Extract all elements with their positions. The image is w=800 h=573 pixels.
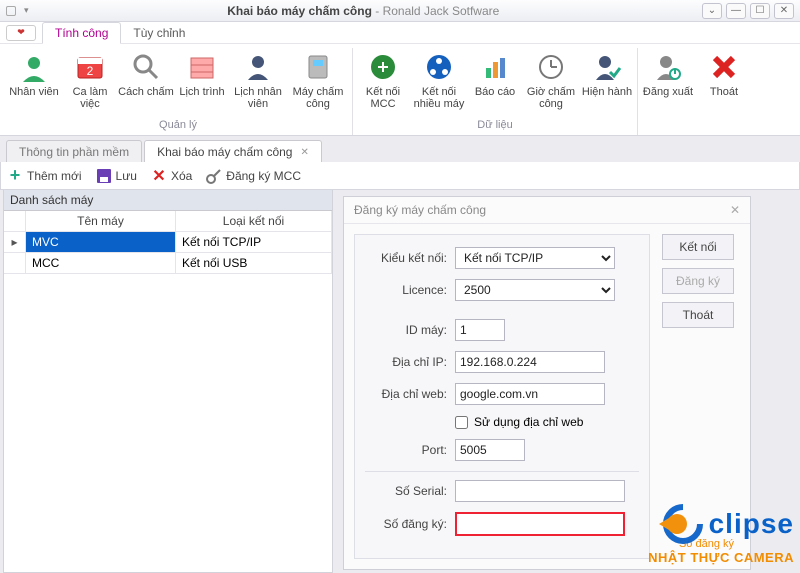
input-web[interactable] xyxy=(455,383,605,405)
minimize-button[interactable]: — xyxy=(726,3,746,19)
person-calendar-icon xyxy=(241,50,275,84)
btn-nhan-vien[interactable]: Nhân viên xyxy=(6,48,62,117)
magnify-icon xyxy=(129,50,163,84)
col-name[interactable]: Tên máy xyxy=(26,211,176,232)
btn-dang-xuat[interactable]: Đăng xuất xyxy=(640,48,696,117)
lbl-id: ID máy: xyxy=(365,323,447,337)
btn-may-cham-cong[interactable]: Máy chấm công xyxy=(286,48,350,117)
btn-lich-trinh[interactable]: Lịch trình xyxy=(174,48,230,117)
dialog-buttons: Kết nối Đăng ký Thoát xyxy=(662,234,734,559)
tb-register[interactable]: Đăng ký MCC xyxy=(206,168,301,184)
lbl-licence: Licence: xyxy=(365,283,447,297)
checkbox-use-web[interactable] xyxy=(455,416,468,429)
input-so-dang-ky[interactable] xyxy=(455,512,625,536)
lbl-kieu: Kiểu kết nối: xyxy=(365,251,447,265)
doctab-info[interactable]: Thông tin phần mềm xyxy=(6,140,142,162)
maximize-button[interactable]: ☐ xyxy=(750,3,770,19)
table-header: Tên máy Loại kết nối xyxy=(4,211,332,232)
btn-gio-cham-cong[interactable]: Giờ chấm công xyxy=(523,48,579,117)
btn-hien-hanh[interactable]: Hiện hành xyxy=(579,48,635,117)
network-icon xyxy=(422,50,456,84)
tab-tuy-chinh[interactable]: Tùy chỉnh xyxy=(121,23,197,43)
btn-ket-noi-nhieu-may[interactable]: Kết nối nhiều máy xyxy=(411,48,467,117)
logout-icon xyxy=(651,50,685,84)
group-label-empty xyxy=(640,117,752,133)
lbl-use-web: Sử dụng địa chỉ web xyxy=(474,415,583,429)
btn-ca-lam-viec[interactable]: 2 Ca làm việc xyxy=(62,48,118,117)
person-icon xyxy=(17,50,51,84)
exit-icon xyxy=(707,50,741,84)
help-button[interactable]: ⌄ xyxy=(702,3,722,19)
select-kieu-ket-noi[interactable]: Kết nối TCP/IP xyxy=(455,247,615,269)
lbl-reg: Số đăng ký: xyxy=(365,517,447,531)
lbl-serial: Số Serial: xyxy=(365,484,447,498)
machine-list: Danh sách máy Tên máy Loại kết nối ▸ MVC… xyxy=(3,190,333,573)
document-tabs: Thông tin phần mềm Khai báo máy chấm côn… xyxy=(0,136,800,162)
tb-save[interactable]: Lưu xyxy=(96,168,137,184)
group-label-manage: Quản lý xyxy=(6,117,350,133)
plus-icon: + xyxy=(7,168,23,184)
clock-icon xyxy=(534,50,568,84)
calendar-icon: 2 xyxy=(73,50,107,84)
key-icon xyxy=(206,168,222,184)
tb-add[interactable]: + Thêm mới xyxy=(7,168,82,184)
connect-icon xyxy=(366,50,400,84)
delete-icon: ✕ xyxy=(151,168,167,184)
list-title: Danh sách máy xyxy=(4,190,332,211)
page-toolbar: + Thêm mới Lưu ✕ Xóa Đăng ký MCC xyxy=(0,162,800,190)
content-area: Danh sách máy Tên máy Loại kết nối ▸ MVC… xyxy=(0,190,800,573)
input-id-may[interactable] xyxy=(455,319,505,341)
input-port[interactable] xyxy=(455,439,525,461)
dialog-header: Đăng ký máy chấm công ✕ xyxy=(344,197,750,224)
btn-ket-noi-mcc[interactable]: Kết nối MCC xyxy=(355,48,411,117)
right-pane: Đăng ký máy chấm công ✕ Kiểu kết nối: Kế… xyxy=(333,190,800,573)
titlebar: ▾ Khai báo máy chấm công - Ronald Jack S… xyxy=(0,0,800,22)
col-type[interactable]: Loại kết nối xyxy=(176,211,332,232)
lbl-ip: Địa chỉ IP: xyxy=(365,355,447,369)
dialog-form: Kiểu kết nối: Kết nối TCP/IP Licence: 25… xyxy=(354,234,650,559)
input-serial[interactable] xyxy=(455,480,625,502)
ribbon: Nhân viên 2 Ca làm việc Cách chấm Lịch t… xyxy=(0,44,800,136)
close-button[interactable]: ✕ xyxy=(774,3,794,19)
table-row[interactable]: ▸ MVC Kết nối TCP/IP xyxy=(4,232,332,253)
app-menu-button[interactable]: ❤ xyxy=(6,25,36,41)
lbl-port: Port: xyxy=(365,443,447,457)
select-licence[interactable]: 2500 xyxy=(455,279,615,301)
schedule-icon xyxy=(185,50,219,84)
btn-exit[interactable]: Thoát xyxy=(662,302,734,328)
btn-register-disabled: Đăng ký xyxy=(662,268,734,294)
ribbon-group-data: Kết nối MCC Kết nối nhiều máy Báo cáo Gi… xyxy=(353,48,638,135)
btn-connect[interactable]: Kết nối xyxy=(662,234,734,260)
svg-text:2: 2 xyxy=(87,64,94,78)
btn-bao-cao[interactable]: Báo cáo xyxy=(467,48,523,117)
input-ip[interactable] xyxy=(455,351,605,373)
save-icon xyxy=(96,168,112,184)
ribbon-tabs: ❤ Tính công Tùy chỉnh xyxy=(0,22,800,44)
window-title: Khai báo máy chấm công - Ronald Jack Sot… xyxy=(29,4,698,18)
user-check-icon xyxy=(590,50,624,84)
lbl-web: Địa chỉ web: xyxy=(365,387,447,401)
close-icon[interactable]: ✕ xyxy=(300,147,308,158)
ribbon-group-manage: Nhân viên 2 Ca làm việc Cách chấm Lịch t… xyxy=(4,48,353,135)
tab-tinh-cong[interactable]: Tính công xyxy=(42,22,121,44)
group-label-data: Dữ liệu xyxy=(355,117,635,133)
dialog-title: Đăng ký máy chấm công xyxy=(354,203,486,217)
app-icon xyxy=(6,6,16,16)
btn-thoat[interactable]: Thoát xyxy=(696,48,752,117)
table-row[interactable]: MCC Kết nối USB xyxy=(4,253,332,274)
btn-lich-nhan-vien[interactable]: Lịch nhân viên xyxy=(230,48,286,117)
ribbon-group-exit: Đăng xuất Thoát xyxy=(638,48,754,135)
row-indicator-icon: ▸ xyxy=(4,232,26,253)
register-dialog: Đăng ký máy chấm công ✕ Kiểu kết nối: Kế… xyxy=(343,196,751,570)
doctab-khaibao[interactable]: Khai báo máy chấm công✕ xyxy=(144,140,322,162)
btn-cach-cham[interactable]: Cách chấm xyxy=(118,48,174,117)
chart-icon xyxy=(478,50,512,84)
dialog-close-icon[interactable]: ✕ xyxy=(730,203,740,217)
device-icon xyxy=(301,50,335,84)
tb-delete[interactable]: ✕ Xóa xyxy=(151,168,192,184)
